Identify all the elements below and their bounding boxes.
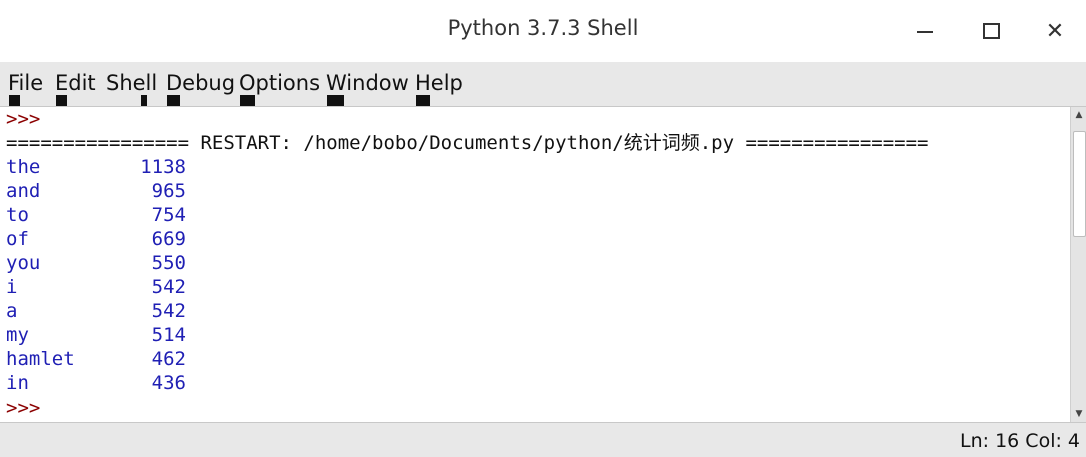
scroll-up-icon[interactable]: ▲ xyxy=(1071,107,1086,123)
status-bar: Ln: 16 Col: 4 xyxy=(0,422,1086,457)
output-count: 669 xyxy=(151,228,186,250)
title-bar[interactable]: Python 3.7.3 Shell ✕ xyxy=(0,0,1086,63)
output-count: 1138 xyxy=(140,156,186,178)
mnemonic-marker xyxy=(240,95,255,106)
output-count: 514 xyxy=(151,324,186,346)
shell-prompt-final[interactable]: >>> xyxy=(6,396,40,420)
vertical-scrollbar[interactable]: ▲ ▼ xyxy=(1070,107,1086,422)
output-word: you xyxy=(6,252,41,274)
cursor-position: Ln: 16 Col: 4 xyxy=(960,430,1080,452)
close-icon: ✕ xyxy=(1045,18,1065,44)
menu-help[interactable]: Help xyxy=(415,71,463,95)
shell-prompt: >>> xyxy=(6,108,41,130)
output-word: of xyxy=(6,228,29,250)
output-count: 550 xyxy=(151,252,186,274)
output-count: 754 xyxy=(151,204,186,226)
scroll-thumb[interactable] xyxy=(1073,131,1086,237)
minimize-button[interactable] xyxy=(908,14,942,48)
shell-output-area[interactable]: >>> ================ RESTART: /home/bobo… xyxy=(0,107,1070,422)
menu-shell[interactable]: Shell xyxy=(106,71,157,95)
minimize-icon xyxy=(917,31,933,33)
menu-file[interactable]: File xyxy=(8,71,43,95)
menu-edit[interactable]: Edit xyxy=(55,71,96,95)
output-count: 965 xyxy=(151,180,186,202)
output-word: hamlet xyxy=(6,348,75,370)
output-word: a xyxy=(6,300,18,322)
output-word: to xyxy=(6,204,29,226)
mnemonic-marker xyxy=(167,95,180,106)
menu-window[interactable]: Window xyxy=(326,71,409,95)
mnemonic-marker xyxy=(56,95,67,106)
output-count: 542 xyxy=(151,300,186,322)
mnemonic-marker xyxy=(327,95,344,106)
mnemonic-marker xyxy=(141,95,147,106)
restart-line: ================ RESTART: /home/bobo/Doc… xyxy=(6,132,929,154)
menu-options[interactable]: Options xyxy=(239,71,320,95)
output-word: and xyxy=(6,180,41,202)
mnemonic-marker xyxy=(416,95,430,106)
close-button[interactable]: ✕ xyxy=(1038,14,1072,48)
scroll-down-icon[interactable]: ▼ xyxy=(1071,406,1086,422)
mnemonic-marker xyxy=(9,95,20,106)
output-count: 436 xyxy=(151,372,186,394)
output-word: i xyxy=(6,276,18,298)
output-word: my xyxy=(6,324,29,346)
output-word: in xyxy=(6,372,29,394)
output-count: 462 xyxy=(151,348,186,370)
menu-debug[interactable]: Debug xyxy=(166,71,235,95)
menu-bar: File Edit Shell Debug Options Window Hel… xyxy=(0,62,1086,107)
maximize-icon xyxy=(982,23,1000,39)
output-word: the xyxy=(6,156,41,178)
output-count: 542 xyxy=(151,276,186,298)
maximize-button[interactable] xyxy=(974,14,1008,48)
